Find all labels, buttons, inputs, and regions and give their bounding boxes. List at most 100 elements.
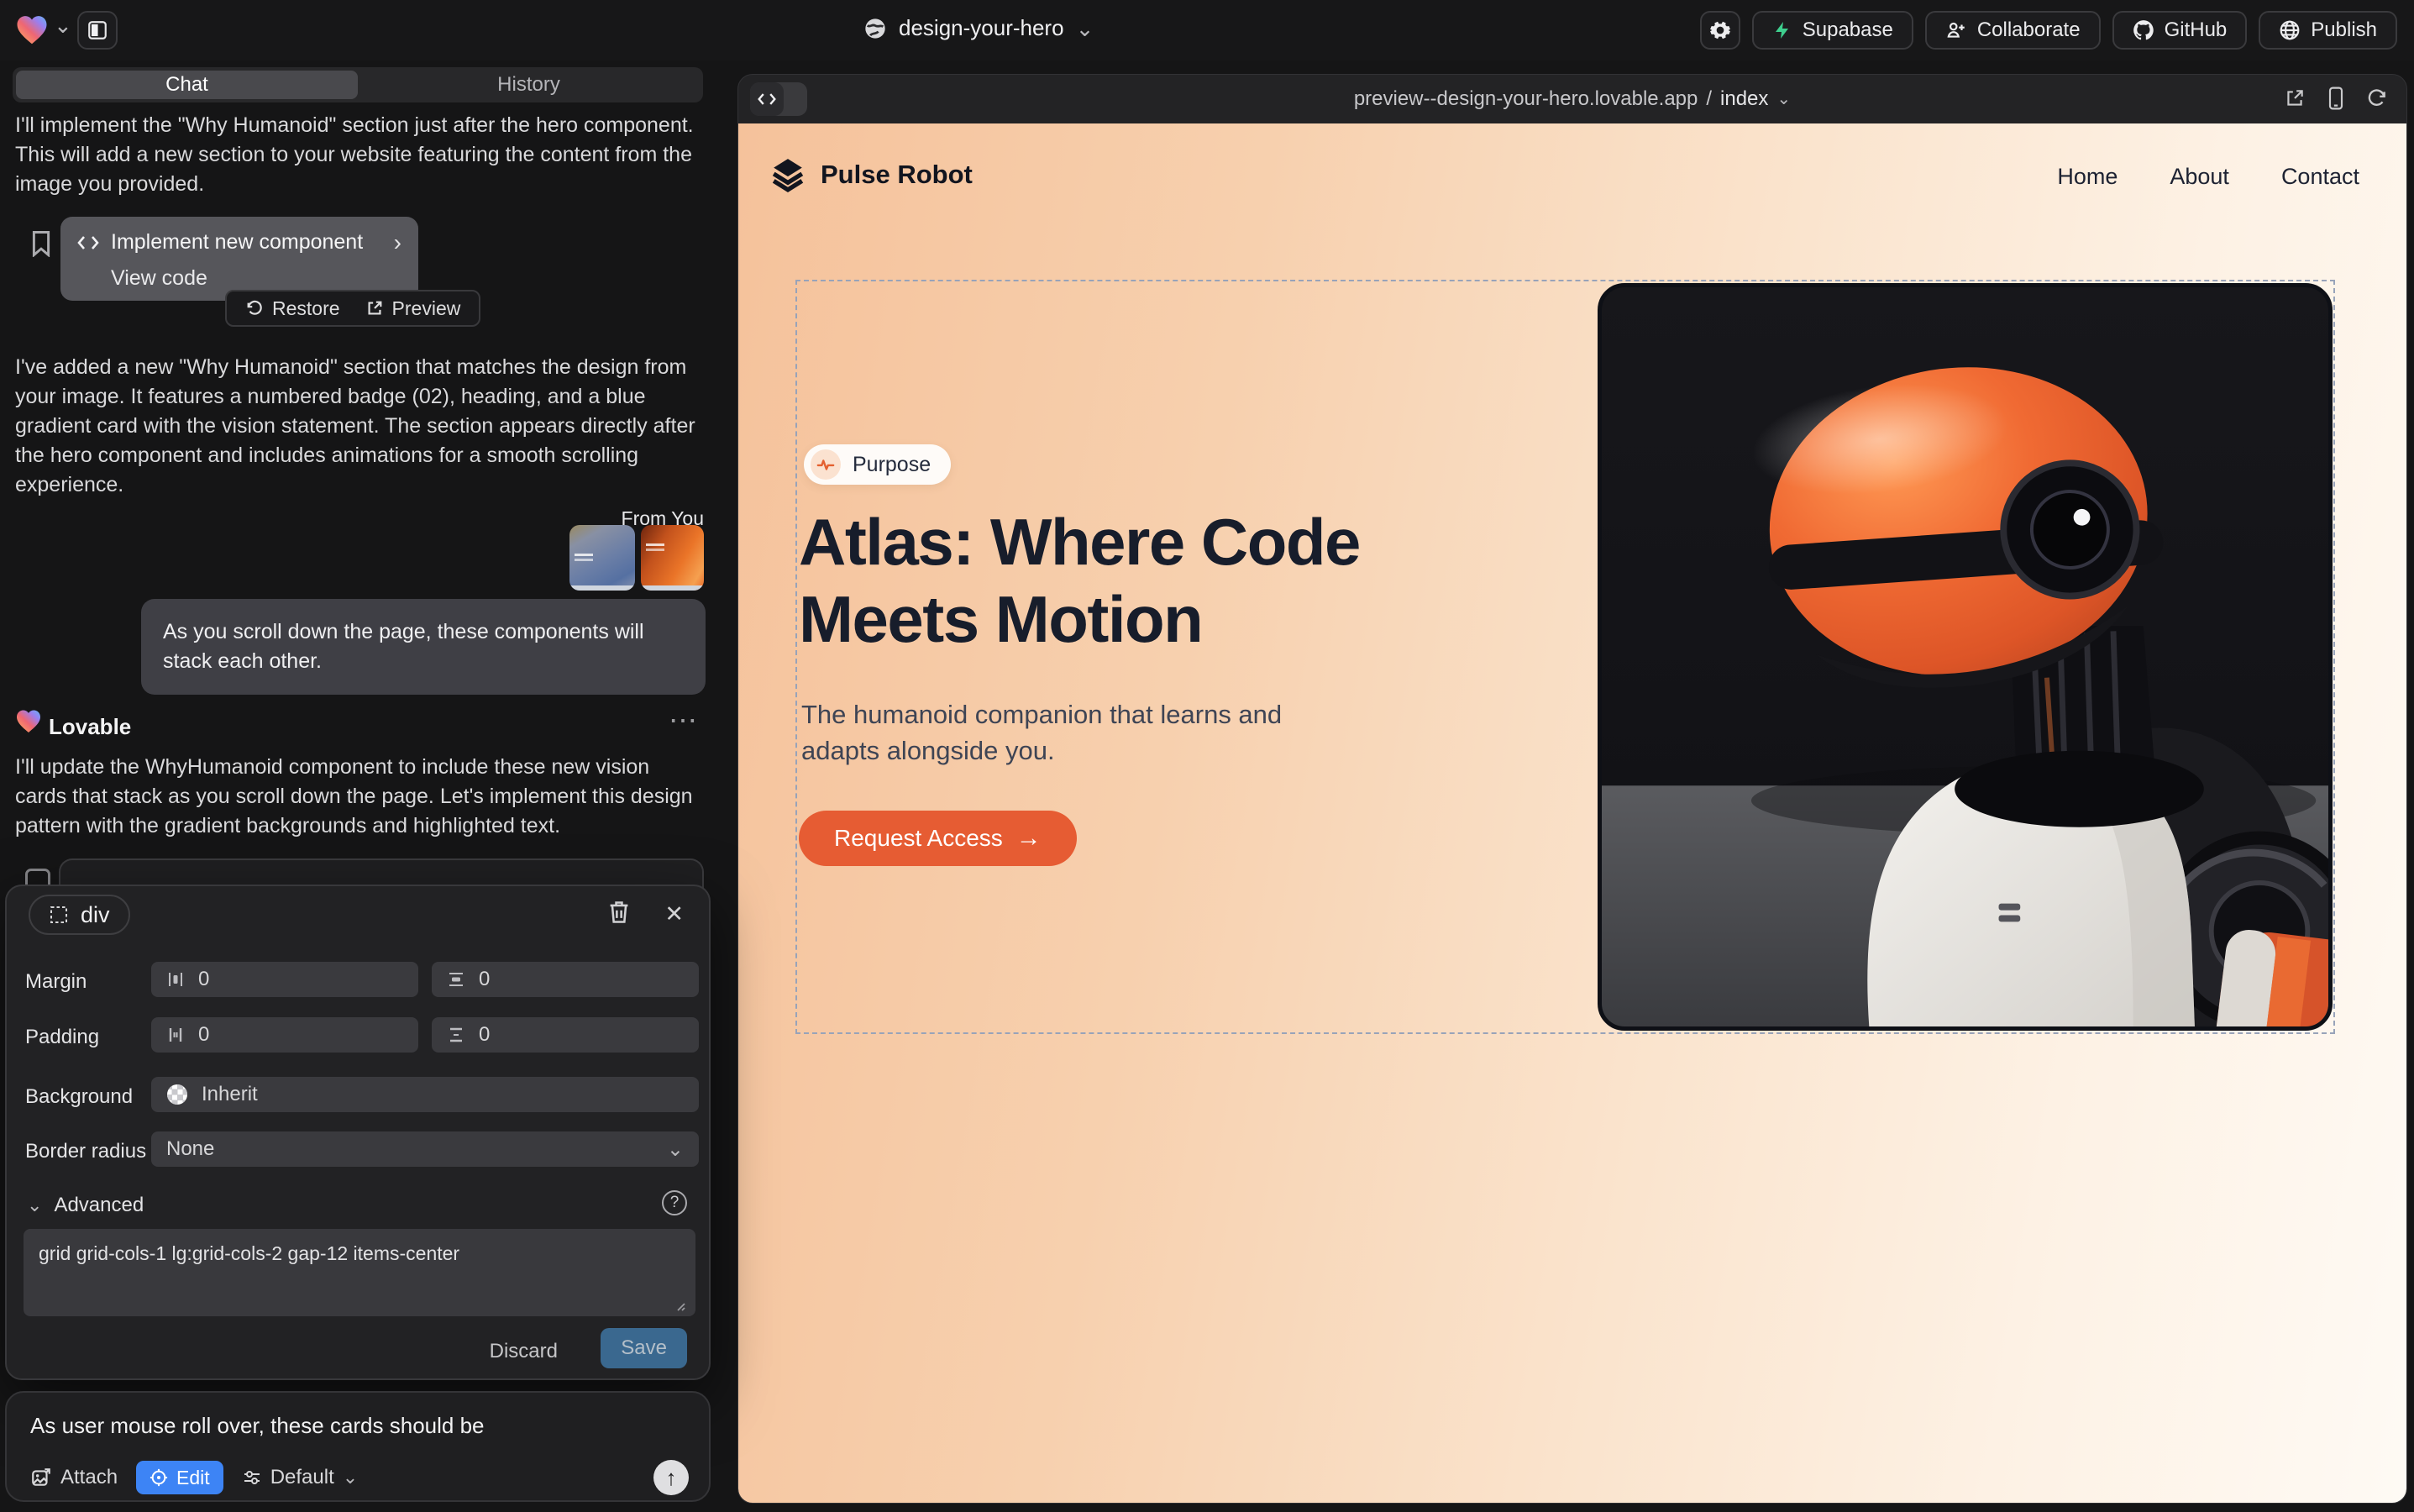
padding-y-icon: [447, 1026, 465, 1044]
margin-x-input[interactable]: 0: [151, 962, 418, 997]
preview-url: preview--design-your-hero.lovable.app: [1354, 87, 1698, 111]
model-chevron-down-icon: ⌄: [343, 1469, 358, 1486]
hero-title: Atlas: Where Code Meets Motion: [799, 503, 1360, 658]
gear-icon: [1709, 19, 1731, 41]
thumbnail-footer-strip: [569, 585, 635, 591]
chat-history-tabs: Chat History: [13, 67, 703, 102]
thumbnail-text-marks: [646, 543, 664, 546]
padding-x-input[interactable]: 0: [151, 1017, 418, 1053]
collaborate-button[interactable]: Collaborate: [1925, 11, 2101, 50]
advanced-help-button[interactable]: ?: [662, 1190, 687, 1215]
classes-textarea[interactable]: grid grid-cols-1 lg:grid-cols-2 gap-12 i…: [24, 1229, 695, 1316]
github-icon: [2133, 19, 2154, 41]
robot-illustration: [1602, 287, 2328, 1026]
tool-card-chevron-right-icon: ›: [394, 234, 401, 251]
background-input[interactable]: Inherit: [151, 1077, 699, 1112]
sidebar-panel-icon: [87, 19, 108, 41]
publish-globe-icon: [2279, 19, 2301, 41]
assistant-message-1: I'll implement the "Why Humanoid" sectio…: [15, 111, 694, 199]
url-slash: /: [1706, 87, 1712, 111]
url-chevron-down-icon: ⌄: [1776, 91, 1791, 108]
border-radius-select[interactable]: None ⌄: [151, 1131, 699, 1167]
nav-contact[interactable]: Contact: [2281, 164, 2359, 190]
discard-button[interactable]: Discard: [490, 1340, 558, 1363]
open-in-new-tab-button[interactable]: [2284, 87, 2306, 109]
settings-button[interactable]: [1700, 11, 1740, 50]
site-brand[interactable]: Pulse Robot: [770, 157, 973, 192]
padding-x-icon: [166, 1026, 185, 1044]
selected-element-chip[interactable]: div: [29, 895, 130, 935]
assistant-name: Lovable: [49, 714, 131, 740]
target-icon: [150, 1468, 168, 1487]
assistant-message-3: I'll update the WhyHumanoid component to…: [15, 753, 695, 841]
edit-mode-button[interactable]: Edit: [136, 1461, 223, 1494]
pulse-icon: [811, 449, 841, 480]
collaborate-icon: [1945, 19, 1967, 41]
attachment-thumbnail-orange[interactable]: [641, 525, 704, 591]
hero-badge: Purpose: [804, 444, 951, 485]
element-tag: div: [81, 902, 110, 928]
advanced-toggle[interactable]: ⌄ Advanced: [27, 1194, 144, 1217]
version-actions-bar: Restore Preview: [225, 290, 480, 327]
preview-button[interactable]: Preview: [365, 297, 461, 320]
nav-home[interactable]: Home: [2057, 164, 2117, 190]
delete-element-button[interactable]: [608, 900, 630, 925]
cta-arrow-right-icon: →: [1016, 824, 1042, 853]
publish-label: Publish: [2311, 18, 2377, 42]
hero-robot-image: [1598, 283, 2333, 1031]
composer-input[interactable]: As user mouse roll over, these cards sho…: [30, 1413, 485, 1439]
resize-handle-icon[interactable]: [674, 1299, 685, 1311]
sliders-icon: [242, 1467, 262, 1488]
restore-icon: [245, 299, 264, 318]
code-icon: [77, 234, 99, 252]
user-message-bubble: As you scroll down the page, these compo…: [141, 599, 706, 695]
attachment-thumbnail-blue[interactable]: [569, 525, 635, 591]
transparency-swatch-icon: [166, 1084, 188, 1105]
project-selector[interactable]: design-your-hero ⌄: [863, 15, 1094, 41]
topbar-actions: Supabase Collaborate GitHub Publish: [1700, 11, 2397, 50]
thumbnail-text-marks: [575, 554, 593, 556]
nav-about[interactable]: About: [2170, 164, 2229, 190]
lovable-logo-icon[interactable]: [15, 13, 49, 47]
github-button[interactable]: GitHub: [2112, 11, 2248, 50]
chat-composer[interactable]: As user mouse roll over, these cards sho…: [5, 1391, 711, 1502]
tool-call-card[interactable]: Implement new component › View code: [60, 217, 418, 301]
supabase-label: Supabase: [1803, 18, 1893, 42]
tab-history[interactable]: History: [358, 71, 700, 99]
view-code-link[interactable]: View code: [111, 266, 401, 291]
margin-label: Margin: [25, 970, 87, 994]
message-more-button[interactable]: ⋯: [669, 704, 699, 738]
tool-card-title: Implement new component: [111, 230, 382, 255]
restore-button[interactable]: Restore: [245, 297, 340, 320]
element-inspector-panel: div ✕ Margin 0 0 Padding 0 0 Background …: [5, 885, 711, 1380]
publish-button[interactable]: Publish: [2259, 11, 2397, 50]
assistant-message-2: I've added a new "Why Humanoid" section …: [15, 353, 704, 500]
select-chevron-down-icon: ⌄: [667, 1137, 684, 1162]
site-canvas: Pulse Robot Home About Contact Purpose A…: [738, 123, 2406, 1504]
margin-y-input[interactable]: 0: [432, 962, 699, 997]
advanced-chevron-down-icon: ⌄: [27, 1197, 42, 1214]
request-access-button[interactable]: Request Access →: [799, 811, 1077, 866]
sidebar-toggle-button[interactable]: [77, 11, 118, 50]
preview-path: index: [1720, 87, 1768, 111]
mobile-view-button[interactable]: [2327, 87, 2344, 110]
margin-x-icon: [166, 970, 185, 989]
save-button[interactable]: Save: [601, 1328, 687, 1368]
send-button[interactable]: ↑: [653, 1460, 689, 1495]
preview-url-selector[interactable]: preview--design-your-hero.lovable.app / …: [738, 75, 2406, 123]
workspace-chevron-down-icon[interactable]: ⌄: [54, 17, 72, 34]
attach-button[interactable]: Attach: [30, 1466, 118, 1489]
hero-subtitle: The humanoid companion that learns and a…: [801, 696, 1347, 769]
dashed-box-icon: [49, 905, 69, 925]
thumbnail-footer-strip: [641, 585, 704, 591]
close-panel-button[interactable]: ✕: [664, 901, 684, 927]
model-selector[interactable]: Default ⌄: [242, 1466, 358, 1489]
site-nav: Home About Contact: [2057, 164, 2359, 190]
trash-icon: [608, 900, 630, 925]
padding-y-input[interactable]: 0: [432, 1017, 699, 1053]
refresh-button[interactable]: [2366, 87, 2388, 109]
bookmark-icon[interactable]: [30, 230, 52, 257]
supabase-icon: [1772, 20, 1792, 40]
supabase-button[interactable]: Supabase: [1752, 11, 1913, 50]
tab-chat[interactable]: Chat: [16, 71, 358, 99]
